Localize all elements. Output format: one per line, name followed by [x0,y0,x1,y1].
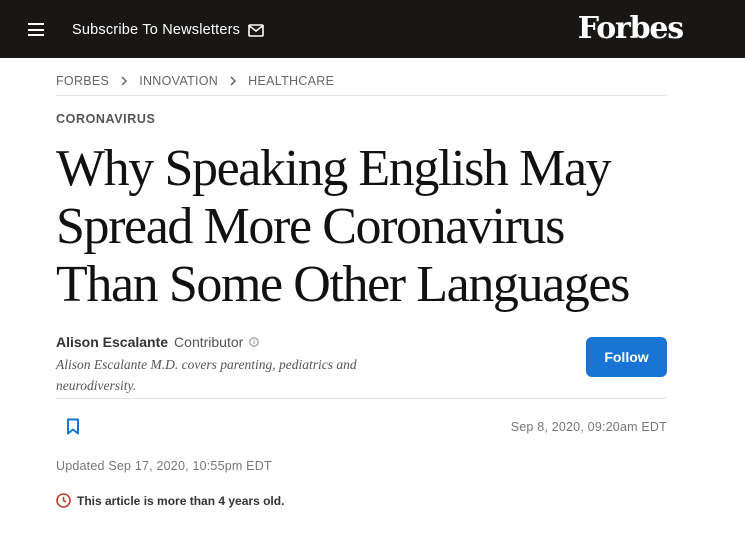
age-notice-text: This article is more than 4 years old. [77,493,285,508]
updated-date: Updated Sep 17, 2020, 10:55pm EDT [56,459,272,473]
bookmark-icon[interactable] [66,418,80,435]
author-byline: Alison Escalante Contributor Alison Esca… [56,334,667,399]
envelope-icon [248,23,264,37]
section-tag[interactable]: CORONAVIRUS [56,112,667,128]
author-bio: Alison Escalante M.D. covers parenting, … [56,357,357,393]
follow-button[interactable]: Follow [586,337,667,377]
author-name[interactable]: Alison Escalante [56,334,168,350]
chevron-right-icon [121,75,128,86]
top-navigation-bar: Subscribe To Newsletters Forbes [0,0,745,58]
article-header: FORBES INNOVATION HEALTHCARE CORONAVIRUS… [56,58,667,508]
subscribe-label: Subscribe To Newsletters [72,22,241,38]
hamburger-menu-icon[interactable] [28,23,44,36]
article-age-notice: This article is more than 4 years old. [56,493,667,508]
author-row: Alison Escalante Contributor [56,334,667,350]
info-icon[interactable] [249,337,260,347]
author-role: Contributor [174,334,244,350]
publish-date: Sep 8, 2020, 09:20am EDT [510,420,667,434]
clock-icon [56,493,71,508]
breadcrumb: FORBES INNOVATION HEALTHCARE [56,58,667,96]
chevron-right-icon [230,75,237,86]
subscribe-newsletters-link[interactable]: Subscribe To Newsletters [72,20,264,40]
article-headline: Why Speaking English May Spread More Cor… [56,140,630,313]
breadcrumb-item-forbes[interactable]: FORBES [56,74,109,88]
article-meta-row: Sep 8, 2020, 09:20am EDT [56,399,667,455]
forbes-logo[interactable]: Forbes [578,12,684,46]
breadcrumb-item-healthcare[interactable]: HEALTHCARE [248,74,334,88]
breadcrumb-item-innovation[interactable]: INNOVATION [139,74,218,88]
